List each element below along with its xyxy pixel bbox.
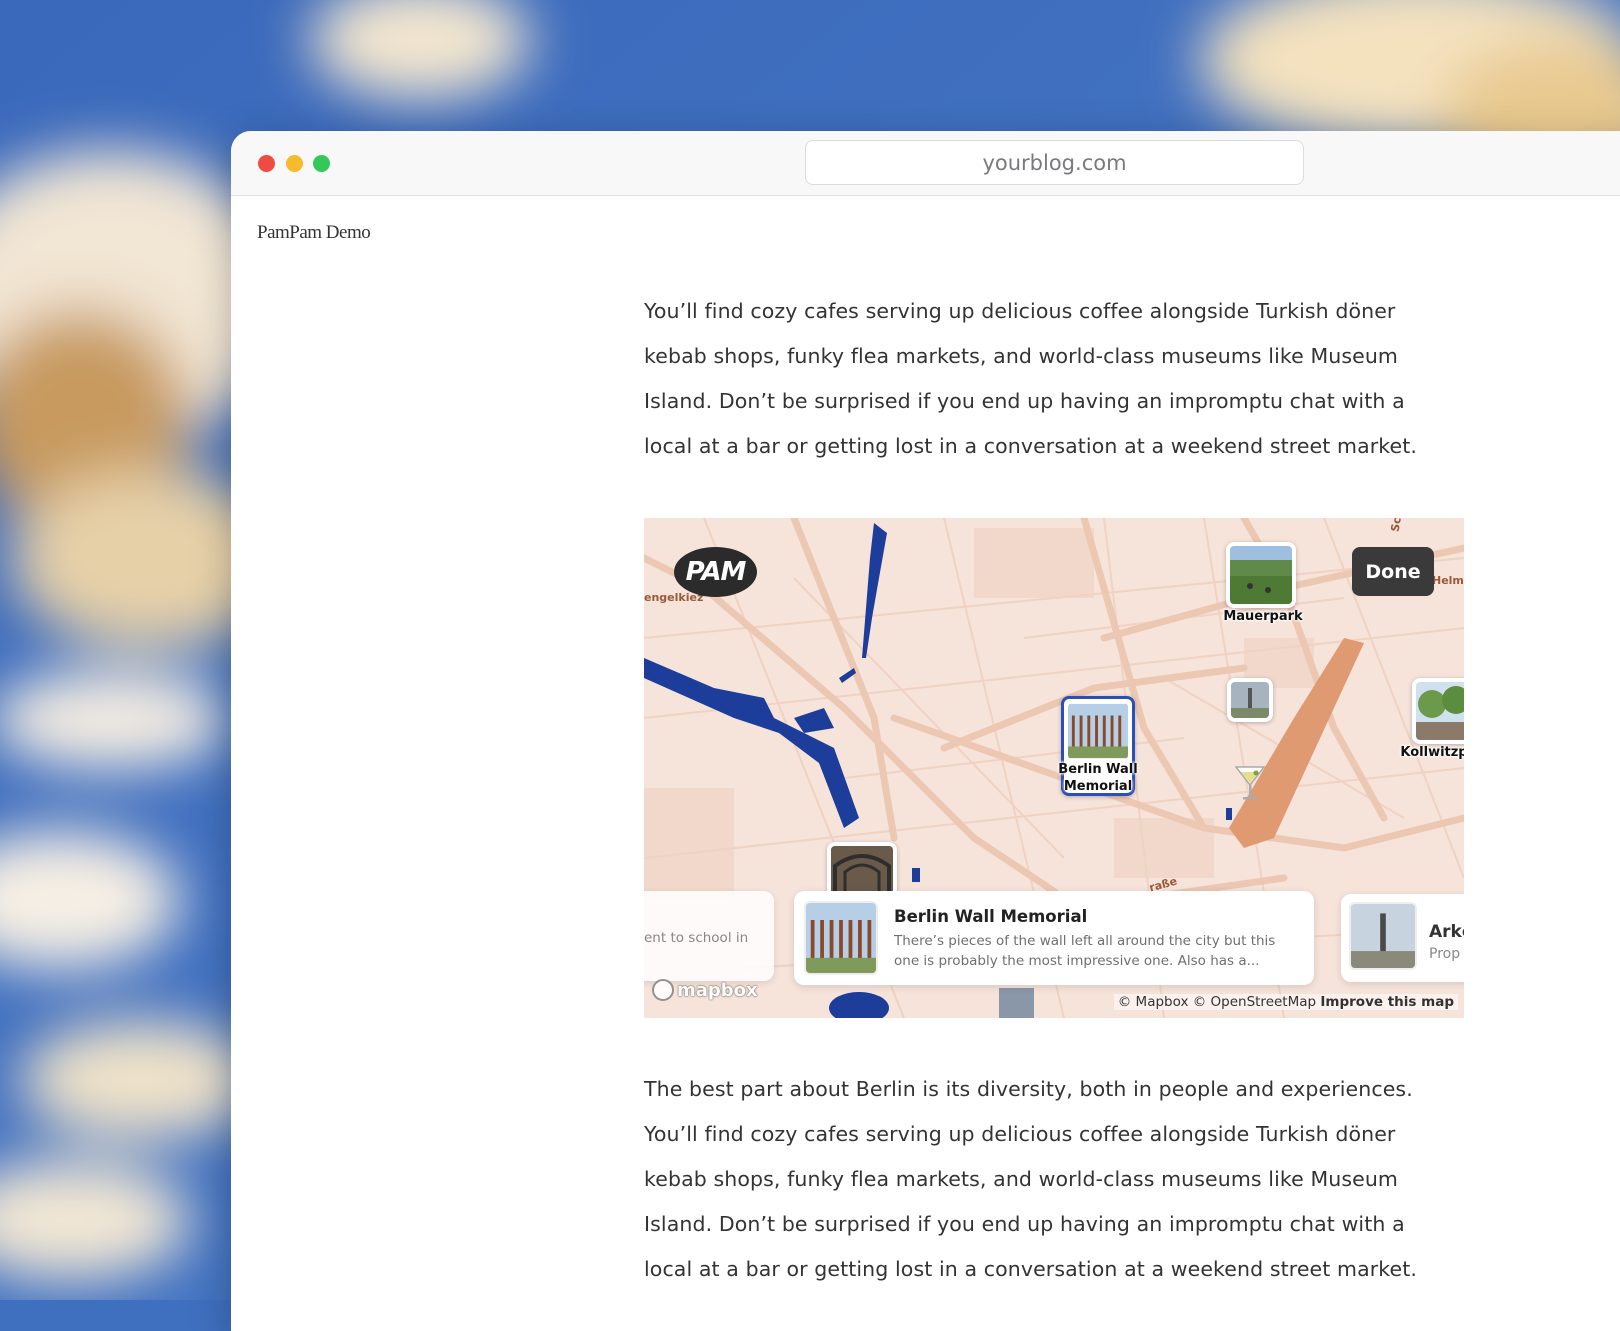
map-pin-kollwitz[interactable] xyxy=(1412,678,1464,744)
article-paragraph: You’ll find cozy cafes serving up delici… xyxy=(644,299,1417,458)
mapbox-logo-icon xyxy=(652,979,674,1001)
minimize-window-button[interactable] xyxy=(286,155,303,172)
browser-titlebar: yourblog.com xyxy=(231,131,1620,196)
pam-logo[interactable]: PAM xyxy=(674,547,757,597)
attribution-text[interactable]: © Mapbox © OpenStreetMap xyxy=(1118,994,1316,1010)
done-button[interactable]: Done xyxy=(1352,547,1434,596)
mauerpark-photo xyxy=(1230,546,1292,604)
map-street-label: Helm xyxy=(1432,574,1464,587)
place-card-description: There’s pieces of the wall left all arou… xyxy=(894,933,1276,969)
place-card-previous[interactable]: ent to school in xyxy=(644,891,774,981)
maximize-window-button[interactable] xyxy=(313,155,330,172)
mapbox-logo-text: mapbox xyxy=(677,979,758,1001)
improve-map-link[interactable]: Improve this map xyxy=(1320,994,1454,1010)
address-bar-url: yourblog.com xyxy=(982,150,1127,175)
place-card-subtitle: Prop xyxy=(1429,946,1461,962)
map-pin-label-line: Berlin Wall xyxy=(1058,762,1138,777)
place-card-title: Berlin Wall Memorial xyxy=(894,907,1088,926)
map-pin-label: Kollwitzp xyxy=(1400,745,1464,760)
kollwitz-photo xyxy=(1416,682,1464,740)
place-card-photo xyxy=(1349,902,1417,970)
address-bar[interactable]: yourblog.com xyxy=(805,140,1304,185)
article-paragraph: The best part about Berlin is its divers… xyxy=(644,1077,1417,1281)
close-window-button[interactable] xyxy=(258,155,275,172)
browser-window: yourblog.com PamPam Demo You’ll find coz… xyxy=(231,131,1620,1331)
embedded-map[interactable]: engelkiez Helm Sc raße PAM Done Mauerpar… xyxy=(644,518,1464,1018)
place-cards-carousel[interactable]: ent to school in Berlin Wall Memorial Th… xyxy=(644,891,1464,985)
map-pin-small[interactable] xyxy=(1227,678,1273,722)
map-pin-label: Berlin Wall Memorial xyxy=(1053,761,1143,795)
place-card-next[interactable]: Arkc Prop xyxy=(1341,894,1464,982)
map-street-label: Sc xyxy=(1388,518,1404,533)
site-name[interactable]: PamPam Demo xyxy=(257,222,371,244)
map-attribution: © Mapbox © OpenStreetMap Improve this ma… xyxy=(1113,994,1458,1010)
place-card-selected[interactable]: Berlin Wall Memorial There’s pieces of t… xyxy=(794,891,1314,985)
place-card-snippet: ent to school in xyxy=(644,930,749,946)
map-pin-label-line: Memorial xyxy=(1063,779,1133,794)
cocktail-icon[interactable] xyxy=(1232,763,1268,803)
place-photo xyxy=(1231,682,1269,718)
berlin-wall-photo xyxy=(1068,703,1128,759)
map-pin-label: Mauerpark xyxy=(1223,609,1303,624)
berlin-wall-card-photo xyxy=(804,901,878,975)
place-card-title: Arkc xyxy=(1429,922,1464,942)
mapbox-logo[interactable]: mapbox xyxy=(652,979,758,1001)
map-pin-mauerpark[interactable] xyxy=(1226,542,1296,608)
